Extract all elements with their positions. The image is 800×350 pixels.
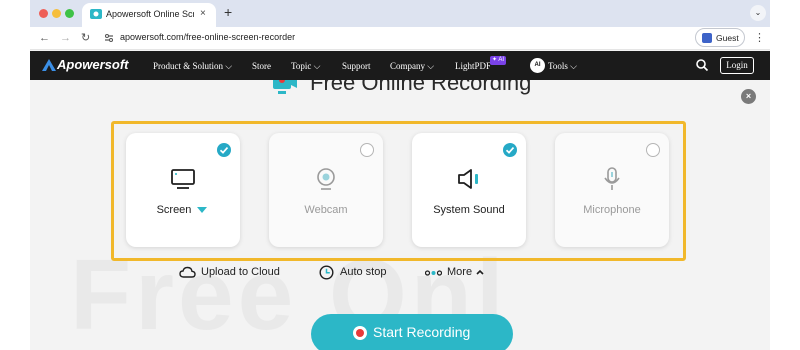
tab-strip: Apowersoft Online Screen Re × + ⌄ <box>30 0 770 27</box>
nav-tools[interactable]: Tools ⌵ <box>548 61 577 72</box>
checkbox-webcam[interactable] <box>360 143 374 157</box>
checkbox-screen[interactable] <box>217 143 231 157</box>
nav-store[interactable]: Store <box>252 61 271 71</box>
more-label: More <box>447 266 473 278</box>
forward-icon[interactable]: → <box>60 31 71 45</box>
nav-topic[interactable]: Topic ⌵ <box>291 61 320 72</box>
dots-icon <box>425 270 442 276</box>
nav-product-solution[interactable]: Product & Solution ⌵ <box>153 61 232 72</box>
more-options-toggle[interactable]: More <box>425 265 491 281</box>
recorder-section: Free Onl Free Online Recording × Screen <box>30 80 770 350</box>
logo-mark-icon <box>42 59 56 71</box>
start-recording-label: Start Recording <box>373 324 471 340</box>
check-icon <box>219 147 229 154</box>
tab-close-icon[interactable]: × <box>200 8 206 19</box>
start-recording-button[interactable]: Start Recording <box>311 314 513 350</box>
close-icon[interactable]: × <box>741 89 756 104</box>
site-info-icon[interactable] <box>103 32 115 44</box>
nav-company[interactable]: Company ⌵ <box>390 61 434 72</box>
close-window-button[interactable] <box>39 9 48 18</box>
reload-icon[interactable]: ↻ <box>81 31 90 45</box>
apowersoft-favicon-icon <box>90 9 102 19</box>
tab-search-button[interactable]: ⌄ <box>750 5 766 21</box>
card-label-microphone: Microphone <box>583 204 641 216</box>
ai-badge: ✦ AI <box>490 56 507 65</box>
maximize-window-button[interactable] <box>65 9 74 18</box>
upload-to-cloud-label: Upload to Cloud <box>201 266 280 278</box>
tab-title: Apowersoft Online Screen Re <box>106 9 194 19</box>
nav-support[interactable]: Support <box>342 61 371 71</box>
search-icon[interactable] <box>695 58 709 72</box>
site-navigation: Apowersoft Product & Solution ⌵ Store To… <box>30 51 770 80</box>
check-icon <box>505 147 515 154</box>
new-tab-button[interactable]: + <box>224 5 232 19</box>
source-card-webcam[interactable]: Webcam <box>269 133 383 247</box>
auto-stop-label: Auto stop <box>340 266 387 278</box>
back-icon[interactable]: ← <box>39 31 50 45</box>
source-card-screen[interactable]: Screen <box>126 133 240 247</box>
monitor-icon <box>171 169 195 189</box>
speaker-icon <box>458 169 478 189</box>
tools-ai-icon: AI <box>530 58 545 73</box>
minimize-window-button[interactable] <box>52 9 61 18</box>
logo-text: Apowersoft <box>57 57 129 72</box>
source-card-microphone[interactable]: Microphone <box>555 133 669 247</box>
address-bar: ← → ↻ apowersoft.com/free-online-screen-… <box>30 27 770 50</box>
browser-menu-icon[interactable]: ⋮ <box>754 31 765 44</box>
card-label-system-sound: System Sound <box>433 204 505 216</box>
cloud-icon <box>179 266 196 278</box>
microphone-icon <box>604 167 620 190</box>
url-field[interactable]: apowersoft.com/free-online-screen-record… <box>120 32 295 42</box>
guest-profile-button[interactable]: Guest <box>695 28 745 47</box>
chevron-up-icon <box>476 269 484 275</box>
recorder-logo-icon <box>273 80 297 94</box>
record-icon <box>353 326 367 340</box>
page-heading: Free Online Recording <box>310 80 532 95</box>
source-card-system-sound[interactable]: System Sound <box>412 133 526 247</box>
upload-to-cloud-option[interactable]: Upload to Cloud <box>179 265 289 281</box>
webcam-icon <box>317 168 335 190</box>
card-label-webcam: Webcam <box>304 204 348 216</box>
login-button[interactable]: Login <box>720 57 754 74</box>
guest-label: Guest <box>716 33 739 43</box>
checkbox-system-sound[interactable] <box>503 143 517 157</box>
checkbox-microphone[interactable] <box>646 143 660 157</box>
caret-down-icon[interactable] <box>197 207 207 213</box>
nav-lightpdf[interactable]: LightPDF <box>455 61 491 71</box>
profile-icon <box>702 33 712 43</box>
auto-stop-option[interactable]: Auto stop <box>319 265 399 281</box>
clock-icon <box>319 265 334 280</box>
browser-window: Apowersoft Online Screen Re × + ⌄ ← → ↻ … <box>30 0 770 350</box>
card-label-screen: Screen <box>156 204 192 216</box>
browser-tab[interactable]: Apowersoft Online Screen Re × <box>82 3 216 27</box>
